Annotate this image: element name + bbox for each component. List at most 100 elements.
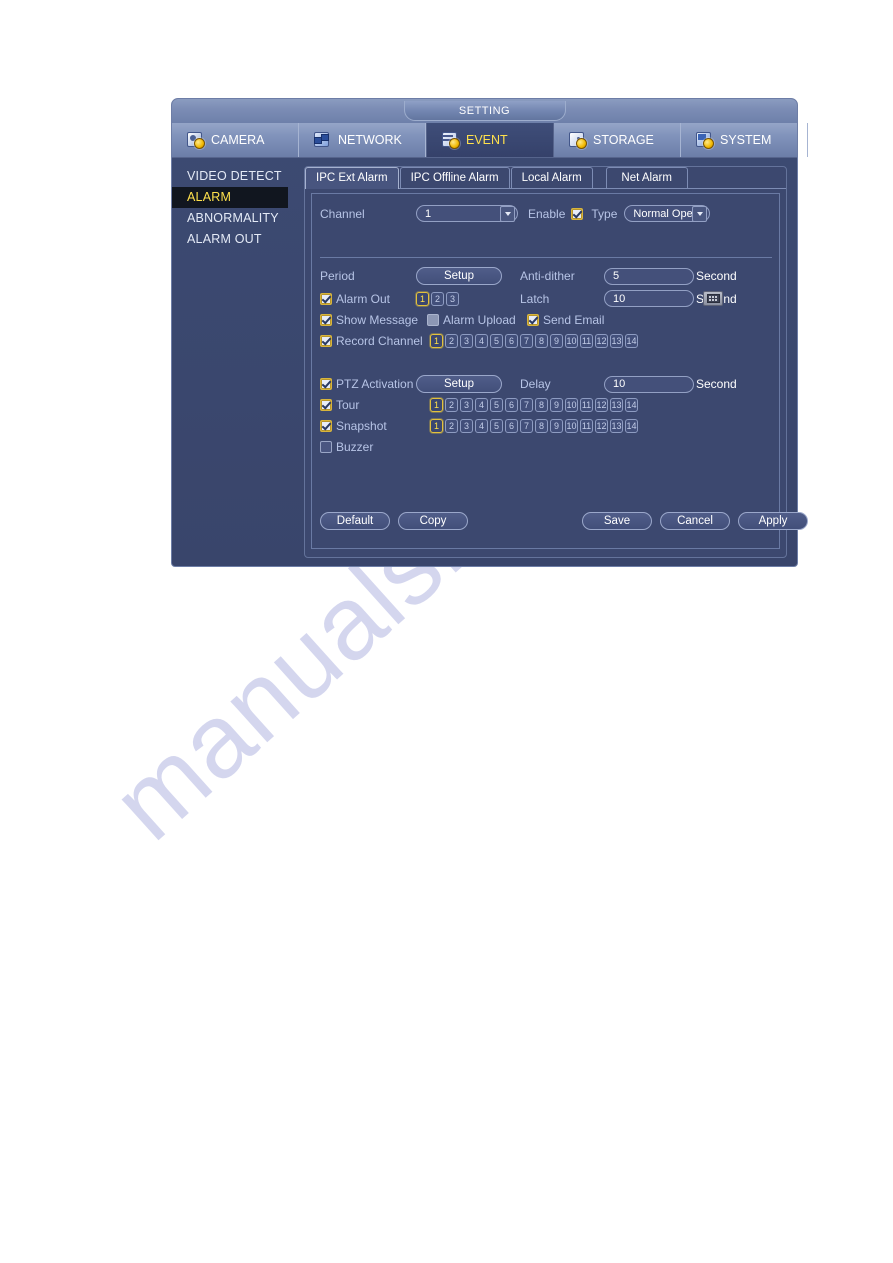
show-message-checkbox-wrap[interactable]: Show Message	[320, 313, 427, 327]
record-chip-7[interactable]: 7	[520, 334, 533, 348]
snapshot-chip-4[interactable]: 4	[475, 419, 488, 433]
menu-item-system[interactable]: SYSTEM	[681, 123, 808, 157]
anti-dither-input[interactable]: 5	[604, 267, 694, 285]
section-divider	[320, 257, 772, 258]
tour-chip-13[interactable]: 13	[610, 398, 623, 412]
record-chip-10[interactable]: 10	[565, 334, 578, 348]
sidebar-item-video-detect[interactable]: VIDEO DETECT	[172, 166, 288, 187]
action-buttons-left: Default Copy	[320, 512, 468, 530]
ptz-checkbox-wrap[interactable]: PTZ Activation	[320, 377, 416, 391]
sidebar-item-abnormality[interactable]: ABNORMALITY	[172, 208, 288, 229]
tour-chip-6[interactable]: 6	[505, 398, 518, 412]
record-chip-6[interactable]: 6	[505, 334, 518, 348]
tour-checkbox-wrap[interactable]: Tour	[320, 398, 430, 412]
show-message-checkbox[interactable]	[320, 314, 332, 326]
snapshot-chip-9[interactable]: 9	[550, 419, 563, 433]
menu-item-storage[interactable]: STORAGE	[554, 123, 681, 157]
record-channel-checkbox-wrap[interactable]: Record Channel	[320, 334, 430, 348]
alarm-upload-checkbox-wrap[interactable]: Alarm Upload	[427, 313, 527, 327]
tour-chip-7[interactable]: 7	[520, 398, 533, 412]
menu-item-event[interactable]: EVENT	[426, 123, 554, 157]
record-chip-13[interactable]: 13	[610, 334, 623, 348]
record-chip-8[interactable]: 8	[535, 334, 548, 348]
buzzer-checkbox-wrap[interactable]: Buzzer	[320, 440, 373, 454]
snapshot-chip-12[interactable]: 12	[595, 419, 608, 433]
dialog-body: VIDEO DETECT ALARM ABNORMALITY ALARM OUT…	[172, 158, 808, 568]
tab-ipc-ext-alarm[interactable]: IPC Ext Alarm	[305, 167, 399, 189]
alarm-out-chip-3[interactable]: 3	[446, 291, 459, 306]
tour-chip-2[interactable]: 2	[445, 398, 458, 412]
tour-chip-8[interactable]: 8	[535, 398, 548, 412]
alarm-out-chip-1[interactable]: 1	[416, 291, 429, 306]
tour-chip-10[interactable]: 10	[565, 398, 578, 412]
buzzer-checkbox[interactable]	[320, 441, 332, 453]
menu-item-camera[interactable]: CAMERA	[172, 123, 299, 157]
sidebar-item-alarm-out[interactable]: ALARM OUT	[172, 229, 288, 250]
ptz-activation-checkbox[interactable]	[320, 378, 332, 390]
sidebar-item-alarm[interactable]: ALARM	[172, 187, 288, 208]
tour-chip-12[interactable]: 12	[595, 398, 608, 412]
tour-chip-14[interactable]: 14	[625, 398, 638, 412]
tour-chip-1[interactable]: 1	[430, 398, 443, 412]
ptz-setup-button[interactable]: Setup	[416, 375, 502, 393]
alarm-out-checkbox[interactable]	[320, 292, 332, 305]
record-chip-4[interactable]: 4	[475, 334, 488, 348]
snapshot-chip-13[interactable]: 13	[610, 419, 623, 433]
tour-chip-11[interactable]: 11	[580, 398, 593, 412]
record-chip-11[interactable]: 11	[580, 334, 593, 348]
tour-chip-3[interactable]: 3	[460, 398, 473, 412]
action-buttons-right: Save Cancel Apply	[582, 512, 808, 530]
record-chip-1[interactable]: 1	[430, 334, 443, 348]
enable-checkbox[interactable]	[571, 207, 584, 220]
alarm-out-chip-2[interactable]: 2	[431, 291, 444, 306]
chevron-down-icon	[500, 205, 515, 222]
record-chip-2[interactable]: 2	[445, 334, 458, 348]
latch-input[interactable]: 10	[604, 290, 694, 307]
snapshot-chip-8[interactable]: 8	[535, 419, 548, 433]
snapshot-chip-11[interactable]: 11	[580, 419, 593, 433]
menu-item-network[interactable]: NETWORK	[299, 123, 426, 157]
record-channel-checkbox[interactable]	[320, 335, 332, 347]
default-button[interactable]: Default	[320, 512, 390, 530]
delay-label: Delay	[520, 377, 551, 391]
send-email-checkbox-wrap[interactable]: Send Email	[527, 313, 604, 327]
period-setup-button[interactable]: Setup	[416, 267, 502, 285]
send-email-checkbox[interactable]	[527, 314, 539, 326]
record-chip-14[interactable]: 14	[625, 334, 638, 348]
record-channel-chips: 1 2 3 4 5 6 7 8 9 10 11 12 13 14	[430, 334, 638, 348]
channel-value: 1	[425, 207, 432, 220]
tab-local-alarm[interactable]: Local Alarm	[510, 167, 593, 188]
dialog-title: SETTING	[403, 101, 566, 121]
snapshot-chip-1[interactable]: 1	[430, 419, 443, 433]
delay-input[interactable]: 10	[604, 375, 694, 393]
channel-select[interactable]: 1	[416, 205, 518, 222]
tour-chip-5[interactable]: 5	[490, 398, 503, 412]
snapshot-chip-14[interactable]: 14	[625, 419, 638, 433]
record-chip-12[interactable]: 12	[595, 334, 608, 348]
apply-button[interactable]: Apply	[738, 512, 808, 530]
snapshot-chip-3[interactable]: 3	[460, 419, 473, 433]
snapshot-chip-6[interactable]: 6	[505, 419, 518, 433]
snapshot-chip-2[interactable]: 2	[445, 419, 458, 433]
keypad-icon[interactable]	[703, 291, 723, 306]
snapshot-chip-7[interactable]: 7	[520, 419, 533, 433]
alarm-upload-checkbox[interactable]	[427, 314, 439, 326]
type-select[interactable]: Normal Open	[624, 205, 711, 222]
tour-chip-4[interactable]: 4	[475, 398, 488, 412]
record-chip-9[interactable]: 9	[550, 334, 563, 348]
alarm-out-checkbox-wrap[interactable]: Alarm Out	[320, 292, 416, 306]
tab-ipc-offline-alarm[interactable]: IPC Offline Alarm	[399, 167, 510, 188]
period-label: Period	[320, 269, 355, 283]
tour-checkbox[interactable]	[320, 399, 332, 411]
snapshot-checkbox[interactable]	[320, 420, 332, 432]
snapshot-checkbox-wrap[interactable]: Snapshot	[320, 419, 430, 433]
cancel-button[interactable]: Cancel	[660, 512, 730, 530]
record-chip-5[interactable]: 5	[490, 334, 503, 348]
save-button[interactable]: Save	[582, 512, 652, 530]
snapshot-chip-10[interactable]: 10	[565, 419, 578, 433]
copy-button[interactable]: Copy	[398, 512, 468, 530]
record-chip-3[interactable]: 3	[460, 334, 473, 348]
tour-chip-9[interactable]: 9	[550, 398, 563, 412]
snapshot-chip-5[interactable]: 5	[490, 419, 503, 433]
tab-net-alarm[interactable]: Net Alarm	[605, 167, 688, 188]
